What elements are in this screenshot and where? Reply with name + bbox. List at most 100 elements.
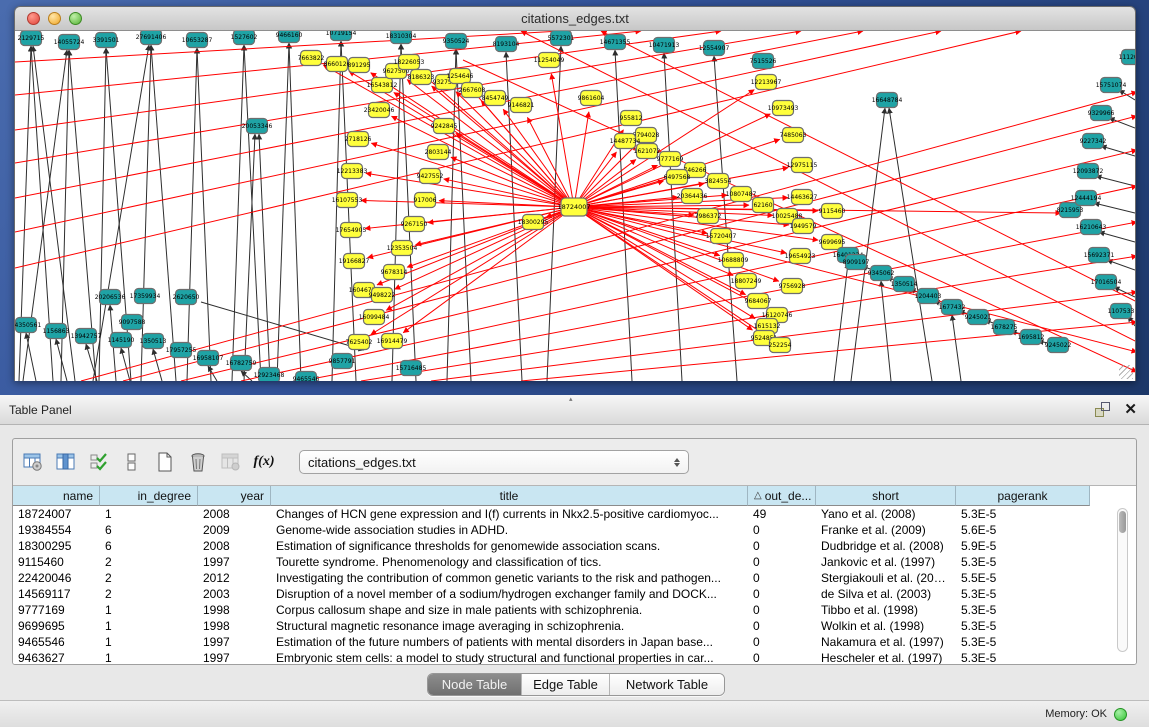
network-edge[interactable]: [141, 45, 151, 381]
network-node[interactable]: 9245022: [1045, 338, 1072, 353]
table-cell[interactable]: 1997: [198, 634, 271, 650]
table-cell[interactable]: 0: [748, 538, 816, 554]
table-cell[interactable]: de Silva et al. (2003): [816, 586, 956, 602]
network-edge[interactable]: [574, 90, 754, 207]
network-node[interactable]: 62160: [753, 198, 774, 213]
zoom-window-icon[interactable]: [69, 12, 82, 25]
network-node[interactable]: 9861604: [578, 91, 605, 106]
network-node[interactable]: 1112045: [1119, 50, 1135, 65]
network-node[interactable]: 1695812: [1018, 330, 1045, 345]
network-node[interactable]: 16782759: [226, 356, 257, 371]
network-edge[interactable]: [834, 263, 848, 381]
network-node[interactable]: 12353504: [387, 241, 418, 256]
table-cell[interactable]: 5.3E-5: [956, 618, 1090, 634]
network-node[interactable]: 14055724: [54, 35, 85, 50]
network-node[interactable]: 1145190: [108, 333, 135, 348]
table-cell[interactable]: 22420046: [13, 570, 100, 586]
network-node[interactable]: 5572301: [548, 31, 575, 46]
table-cell[interactable]: Nakamura et al. (1997): [816, 634, 956, 650]
table-cell[interactable]: Estimation of significance thresholds fo…: [271, 538, 748, 554]
network-node[interactable]: 9329966: [1088, 106, 1115, 121]
network-node[interactable]: 9427552: [417, 169, 444, 184]
network-node[interactable]: 9146821: [508, 98, 535, 113]
network-node[interactable]: 1621072: [634, 144, 661, 159]
tab-node-table[interactable]: Node Table: [428, 674, 521, 695]
close-panel-icon[interactable]: ✕: [1124, 402, 1137, 417]
network-node[interactable]: 6497568: [664, 170, 691, 185]
network-edge[interactable]: [232, 45, 244, 381]
table-cell[interactable]: 2009: [198, 522, 271, 538]
row-selection-button[interactable]: [87, 450, 111, 474]
network-node[interactable]: 14463627: [787, 190, 818, 205]
network-node[interactable]: 20206536: [95, 290, 126, 305]
table-cell[interactable]: 5.3E-5: [956, 586, 1090, 602]
table-cell[interactable]: Yano et al. (2008): [816, 506, 956, 522]
table-cell[interactable]: 1997: [198, 650, 271, 665]
table-cell[interactable]: 5.3E-5: [956, 506, 1090, 522]
table-cell[interactable]: Disruption of a novel member of a sodium…: [271, 586, 748, 602]
table-cell[interactable]: 2: [100, 554, 198, 570]
table-cell[interactable]: 1998: [198, 618, 271, 634]
network-edge[interactable]: [1099, 232, 1135, 242]
column-header-name[interactable]: name: [13, 486, 100, 506]
table-cell[interactable]: 0: [748, 570, 816, 586]
network-node[interactable]: 9242845: [431, 119, 458, 134]
table-cell[interactable]: Structural magnetic resonance image aver…: [271, 618, 748, 634]
network-edge[interactable]: [99, 48, 106, 381]
network-node[interactable]: 7663822: [298, 51, 325, 66]
network-node[interactable]: 16099484: [359, 310, 390, 325]
table-cell[interactable]: 6: [100, 522, 198, 538]
tab-network-table[interactable]: Network Table: [609, 674, 724, 695]
network-edge[interactable]: [371, 143, 574, 207]
network-node[interactable]: 9350524: [443, 34, 470, 49]
network-node[interactable]: 8193104: [493, 37, 520, 52]
table-cell[interactable]: 9699695: [13, 618, 100, 634]
table-select-dropdown[interactable]: citations_edges.txt: [299, 450, 689, 474]
table-cell[interactable]: Tourette syndrome. Phenomenology and cla…: [271, 554, 748, 570]
network-node[interactable]: 12923468: [254, 368, 285, 382]
network-node[interactable]: 16958107: [193, 351, 224, 366]
network-window-titlebar[interactable]: citations_edges.txt: [15, 7, 1135, 31]
network-node[interactable]: 9097588: [119, 315, 146, 330]
network-edge[interactable]: [481, 101, 574, 207]
table-cell[interactable]: 9463627: [13, 650, 100, 665]
table-row[interactable]: 1938455462009Genome-wide association stu…: [13, 522, 1136, 538]
table-cell[interactable]: 18300295: [13, 538, 100, 554]
table-vertical-scrollbar[interactable]: [1117, 508, 1128, 652]
network-node[interactable]: 12213967: [751, 75, 782, 90]
table-cell[interactable]: 5.3E-5: [956, 634, 1090, 650]
table-cell[interactable]: 5.5E-5: [956, 570, 1090, 586]
network-node[interactable]: 1949579: [790, 219, 817, 234]
table-cell[interactable]: 2: [100, 570, 198, 586]
table-cell[interactable]: Estimation of the future numbers of pati…: [271, 634, 748, 650]
network-node[interactable]: 9115460: [819, 204, 846, 219]
table-row[interactable]: 946554611997Estimation of the future num…: [13, 634, 1136, 650]
memory-ok-indicator[interactable]: [1114, 708, 1127, 721]
table-cell[interactable]: 2003: [198, 586, 271, 602]
network-edge[interactable]: [26, 333, 36, 381]
table-cell[interactable]: Embryonic stem cells: a model to study s…: [271, 650, 748, 665]
network-node[interactable]: 1678275: [991, 320, 1018, 335]
network-node[interactable]: 17654905: [336, 223, 367, 238]
delete-table-button[interactable]: [186, 450, 210, 474]
network-node[interactable]: 1204403: [915, 289, 942, 304]
table-cell[interactable]: 14569117: [13, 586, 100, 602]
table-cell[interactable]: 0: [748, 650, 816, 665]
table-row[interactable]: 911546021997Tourette syndrome. Phenomeno…: [13, 554, 1136, 570]
table-row[interactable]: 1456911722003Disruption of a novel membe…: [13, 586, 1136, 602]
table-cell[interactable]: 0: [748, 586, 816, 602]
network-edge[interactable]: [952, 315, 961, 381]
network-node[interactable]: 2620650: [173, 290, 200, 305]
network-node[interactable]: 9857791: [329, 354, 356, 369]
table-row[interactable]: 2242004622012Investigating the contribut…: [13, 570, 1136, 586]
network-edge[interactable]: [289, 43, 301, 381]
network-view-window[interactable]: citations_edges.txt 21297151405572433915…: [14, 6, 1136, 381]
merge-cells-button[interactable]: [120, 450, 144, 474]
network-canvas[interactable]: 2129715140557243391501276914061065328715…: [15, 31, 1135, 381]
table-cell[interactable]: Corpus callosum shape and size in male p…: [271, 602, 748, 618]
table-cell[interactable]: 9777169: [13, 602, 100, 618]
column-header-in_degree[interactable]: in_degree: [100, 486, 198, 506]
network-node[interactable]: 955812: [620, 111, 643, 126]
network-node[interactable]: 12213383: [337, 164, 368, 179]
table-cell[interactable]: 6: [100, 538, 198, 554]
